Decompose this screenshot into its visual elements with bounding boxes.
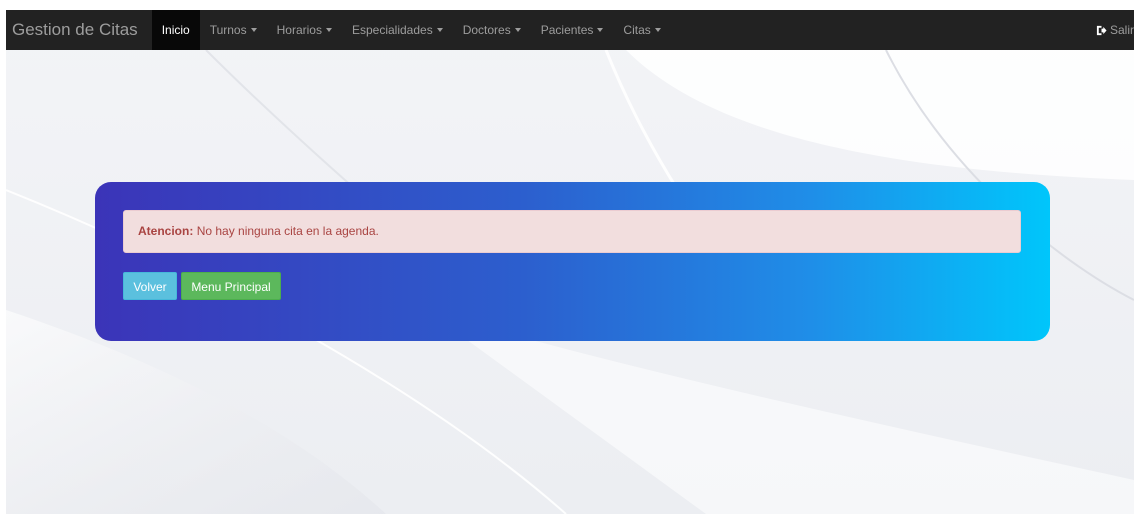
back-button[interactable]: Volver — [123, 272, 177, 300]
alert-title: Atencion: — [138, 224, 194, 238]
nav-item-label: Pacientes — [540, 23, 594, 37]
nav-item-label: Horarios — [276, 23, 322, 37]
nav-item-label: Inicio — [161, 23, 190, 37]
navbar-brand[interactable]: Gestion de Citas — [6, 10, 152, 50]
content-panel: Atencion: No hay ninguna cita en la agen… — [95, 182, 1050, 341]
caret-down-icon — [436, 28, 443, 32]
alert-danger: Atencion: No hay ninguna cita en la agen… — [123, 210, 1021, 253]
nav-item-citas[interactable]: Citas — [613, 10, 670, 50]
caret-down-icon — [654, 28, 661, 32]
app-canvas: Gestion de Citas Inicio Turnos Horarios … — [6, 10, 1134, 514]
nav-item-especialidades[interactable]: Especialidades — [342, 10, 453, 50]
alert-message: No hay ninguna cita en la agenda. — [196, 224, 379, 238]
page: Gestion de Citas Inicio Turnos Horarios … — [0, 0, 1134, 514]
nav-item-label: Especialidades — [351, 23, 433, 37]
nav-item-label: Doctores — [462, 23, 511, 37]
nav-item-doctores[interactable]: Doctores — [453, 10, 531, 50]
nav-item-horarios[interactable]: Horarios — [267, 10, 342, 50]
nav-item-turnos[interactable]: Turnos — [200, 10, 267, 50]
nav-item-label: Citas — [623, 23, 651, 37]
caret-down-icon — [250, 28, 257, 32]
logout-link[interactable]: Salir — [1096, 10, 1134, 50]
logout-label: Salir — [1109, 23, 1134, 37]
caret-down-icon — [514, 28, 521, 32]
nav-item-inicio[interactable]: Inicio — [151, 10, 200, 50]
main-menu-button[interactable]: Menu Principal — [181, 272, 281, 300]
top-navbar: Gestion de Citas Inicio Turnos Horarios … — [6, 10, 1134, 50]
logout-icon — [1096, 25, 1107, 36]
nav-item-label: Turnos — [209, 23, 247, 37]
caret-down-icon — [325, 28, 332, 32]
nav-item-pacientes[interactable]: Pacientes — [531, 10, 614, 50]
caret-down-icon — [597, 28, 604, 32]
